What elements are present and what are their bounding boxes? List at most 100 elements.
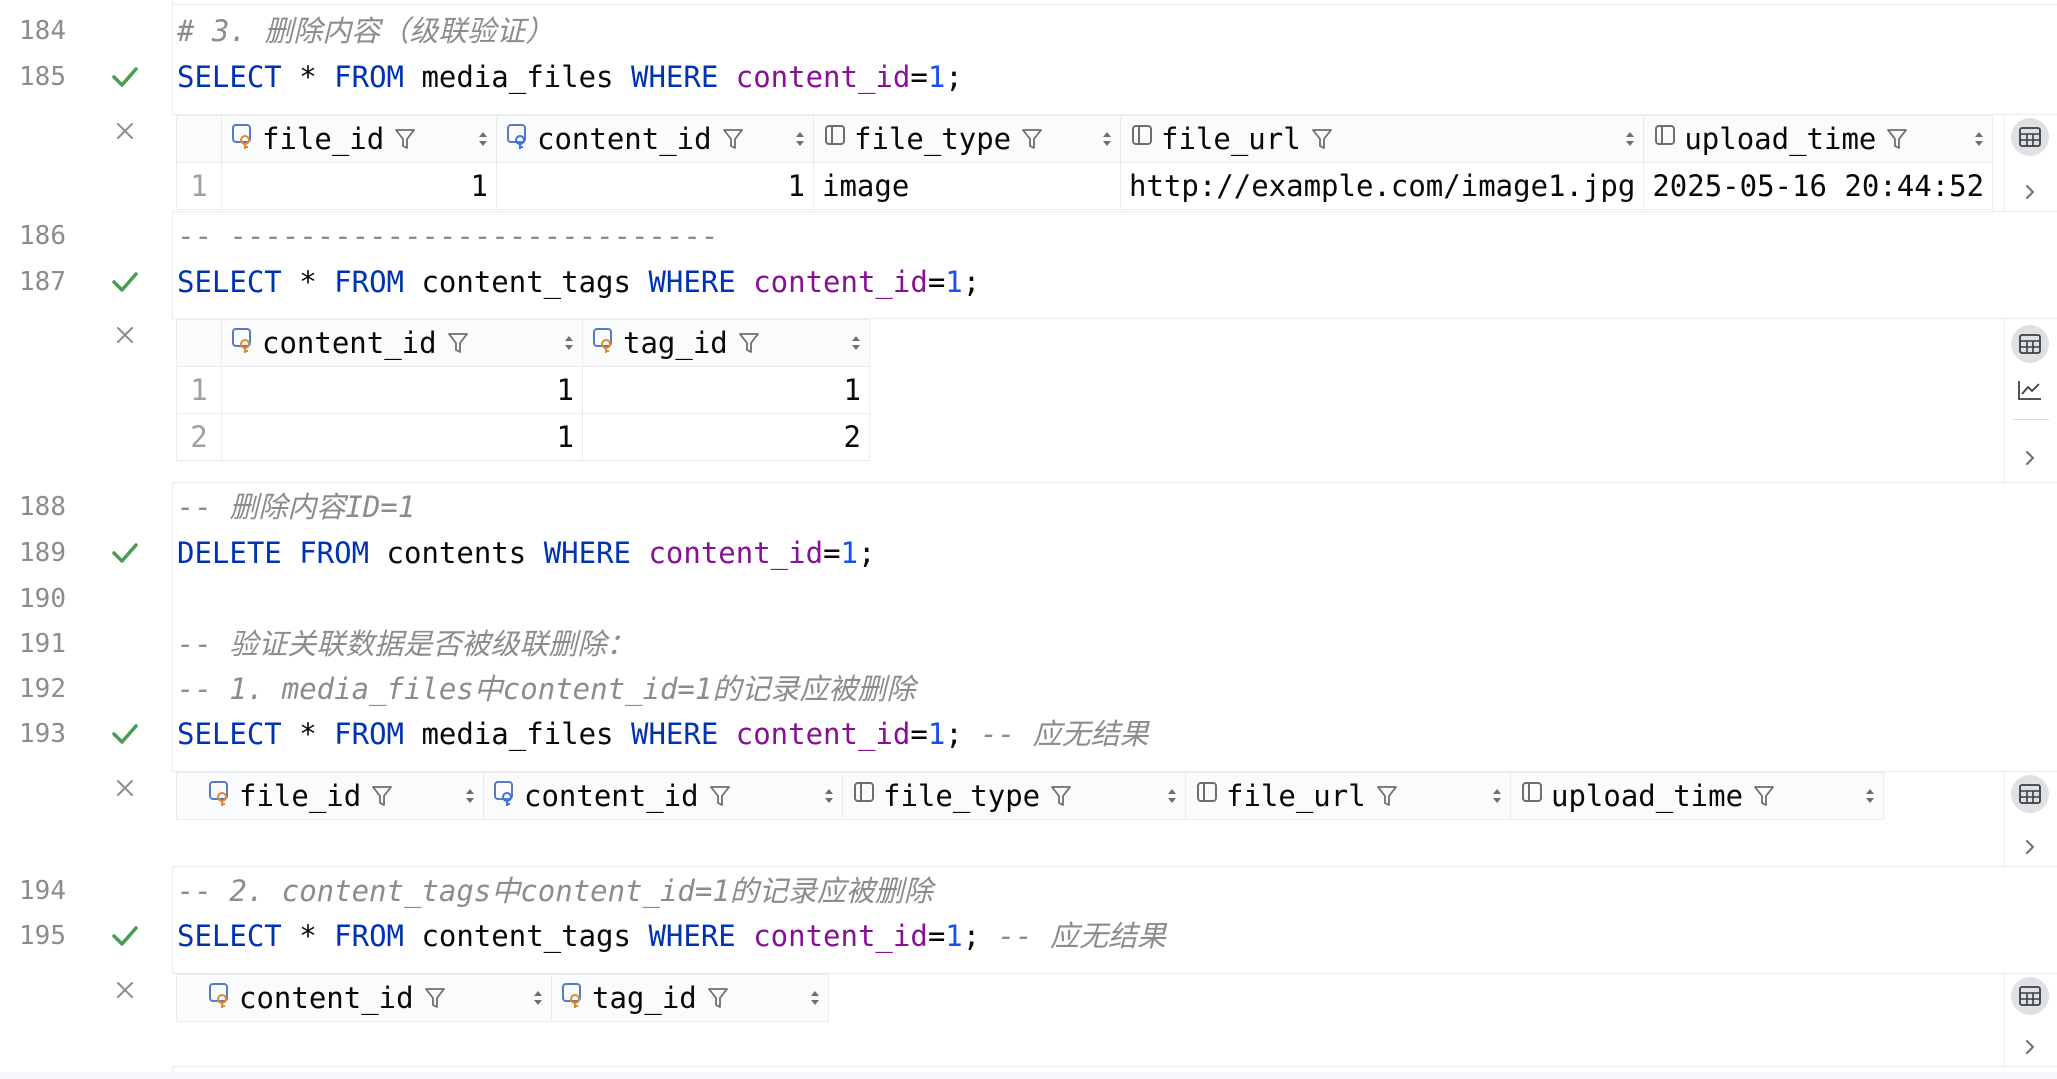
table-cell[interactable]: 1 [582, 366, 870, 414]
close-icon[interactable] [110, 116, 140, 146]
column-header[interactable]: tag_id [551, 974, 829, 1022]
column-header[interactable]: file_id [176, 772, 484, 820]
result-grid-media-files: file_id content_id file_type file_url up… [172, 114, 2057, 212]
table-cell[interactable]: 1 [221, 366, 583, 414]
check-icon[interactable] [108, 530, 142, 576]
sql-statement: DELETE FROM contents WHERE content_id=1; [177, 536, 876, 570]
sort-icon[interactable] [1865, 787, 1875, 805]
sort-icon[interactable] [1974, 130, 1984, 148]
header-row: file_id content_id file_type file_url up… [176, 772, 1884, 820]
table-row[interactable]: 1 1 1 [176, 366, 870, 414]
filter-icon[interactable] [1376, 784, 1398, 808]
sort-icon[interactable] [465, 787, 475, 805]
filter-icon[interactable] [1311, 127, 1333, 151]
chevron-right-icon[interactable] [2011, 828, 2049, 866]
column-header[interactable]: upload_time [1643, 115, 1994, 163]
sort-icon[interactable] [1102, 130, 1112, 148]
filter-icon[interactable] [738, 331, 760, 355]
chart-icon[interactable] [2011, 371, 2049, 409]
filter-icon[interactable] [1050, 784, 1072, 808]
chevron-right-icon[interactable] [2011, 439, 2049, 477]
code-line[interactable]: 190 [0, 576, 2057, 622]
filter-icon[interactable] [424, 986, 446, 1010]
key-column-icon [207, 981, 235, 1016]
sort-icon[interactable] [564, 334, 574, 352]
column-header[interactable]: tag_id [582, 319, 870, 367]
filter-icon[interactable] [371, 784, 393, 808]
line-number: 189 [19, 538, 66, 568]
table-view-icon[interactable] [2011, 325, 2049, 363]
column-header[interactable]: file_type [842, 772, 1186, 820]
sort-icon[interactable] [1625, 130, 1635, 148]
close-icon[interactable] [110, 320, 140, 350]
table-row[interactable]: 2 1 2 [176, 413, 870, 461]
filter-icon[interactable] [394, 127, 416, 151]
filter-icon[interactable] [447, 331, 469, 355]
chevron-right-icon[interactable] [2011, 173, 2049, 211]
table-view-icon[interactable] [2011, 118, 2049, 156]
table-cell[interactable]: 2 [582, 413, 870, 461]
filter-icon[interactable] [1021, 127, 1043, 151]
table-cell[interactable]: 1 [221, 162, 497, 210]
filter-icon[interactable] [709, 784, 731, 808]
code-line[interactable]: 188 -- 删除内容ID=1 [0, 484, 2057, 530]
row-number-header [176, 319, 222, 367]
table-row[interactable]: 1 1 1 image http://example.com/image1.jp… [176, 162, 1994, 210]
table-view-icon[interactable] [2011, 977, 2049, 1015]
result-grid-content-tags: content_id tag_id 1 1 1 2 1 2 [172, 318, 2057, 483]
code-line[interactable]: 192 -- 1. media_files中content_id=1的记录应被删… [0, 666, 2057, 712]
check-icon[interactable] [108, 711, 142, 757]
code-line[interactable]: 194 -- 2. content_tags中content_id=1的记录应被… [0, 868, 2057, 914]
column-name: content_id [262, 326, 437, 360]
code-line[interactable]: 193 SELECT * FROM media_files WHERE cont… [0, 711, 2057, 757]
filter-icon[interactable] [1886, 127, 1908, 151]
code-line[interactable]: 187 SELECT * FROM content_tags WHERE con… [0, 259, 2057, 305]
column-header[interactable]: content_id [483, 772, 843, 820]
filter-icon[interactable] [722, 127, 744, 151]
line-number: 186 [19, 221, 66, 251]
column-header[interactable]: upload_time [1510, 772, 1884, 820]
check-icon[interactable] [108, 259, 142, 305]
table-cell[interactable]: 1 [496, 162, 814, 210]
column-header[interactable]: content_id [496, 115, 814, 163]
code-line[interactable]: 191 -- 验证关联数据是否被级联删除： [0, 621, 2057, 667]
table-cell[interactable]: http://example.com/image1.jpg [1119, 162, 1645, 210]
table-cell[interactable]: 1 [221, 413, 583, 461]
result-grid-media-files-empty: file_id content_id file_type file_url up… [172, 771, 2057, 867]
sort-icon[interactable] [795, 130, 805, 148]
sort-icon[interactable] [851, 334, 861, 352]
column-name: file_url [1161, 122, 1301, 156]
code-line[interactable]: 184 # 3. 删除内容（级联验证） [0, 8, 2057, 54]
column-header[interactable]: file_url [1119, 115, 1645, 163]
column-header[interactable]: content_id [221, 319, 583, 367]
column-header[interactable]: file_type [813, 115, 1121, 163]
filter-icon[interactable] [707, 986, 729, 1010]
sort-icon[interactable] [810, 989, 820, 1007]
chevron-right-icon[interactable] [2011, 1028, 2049, 1066]
code-line[interactable]: 185 SELECT * FROM media_files WHERE cont… [0, 54, 2057, 100]
close-icon[interactable] [110, 773, 140, 803]
sort-icon[interactable] [824, 787, 834, 805]
code-line[interactable]: 195 SELECT * FROM content_tags WHERE con… [0, 913, 2057, 959]
table-cell[interactable]: 2025-05-16 20:44:52 [1643, 162, 1994, 210]
filter-icon[interactable] [1753, 784, 1775, 808]
table-view-icon[interactable] [2011, 775, 2049, 813]
check-icon[interactable] [108, 54, 142, 100]
line-number: 185 [19, 62, 66, 92]
column-name: content_id [524, 779, 699, 813]
column-header[interactable]: file_id [221, 115, 497, 163]
key-column-icon [591, 326, 619, 361]
sort-icon[interactable] [533, 989, 543, 1007]
table-cell[interactable]: image [813, 162, 1121, 210]
code-line[interactable]: 189 DELETE FROM contents WHERE content_i… [0, 530, 2057, 576]
check-icon[interactable] [108, 913, 142, 959]
line-number: 192 [19, 674, 66, 704]
key-column-icon [492, 779, 520, 814]
column-header[interactable]: file_url [1185, 772, 1511, 820]
sort-icon[interactable] [1167, 787, 1177, 805]
sort-icon[interactable] [478, 130, 488, 148]
column-header[interactable]: content_id [176, 974, 552, 1022]
close-icon[interactable] [110, 975, 140, 1005]
sort-icon[interactable] [1492, 787, 1502, 805]
code-line[interactable]: 186 -- ---------------------------- [0, 213, 2057, 259]
